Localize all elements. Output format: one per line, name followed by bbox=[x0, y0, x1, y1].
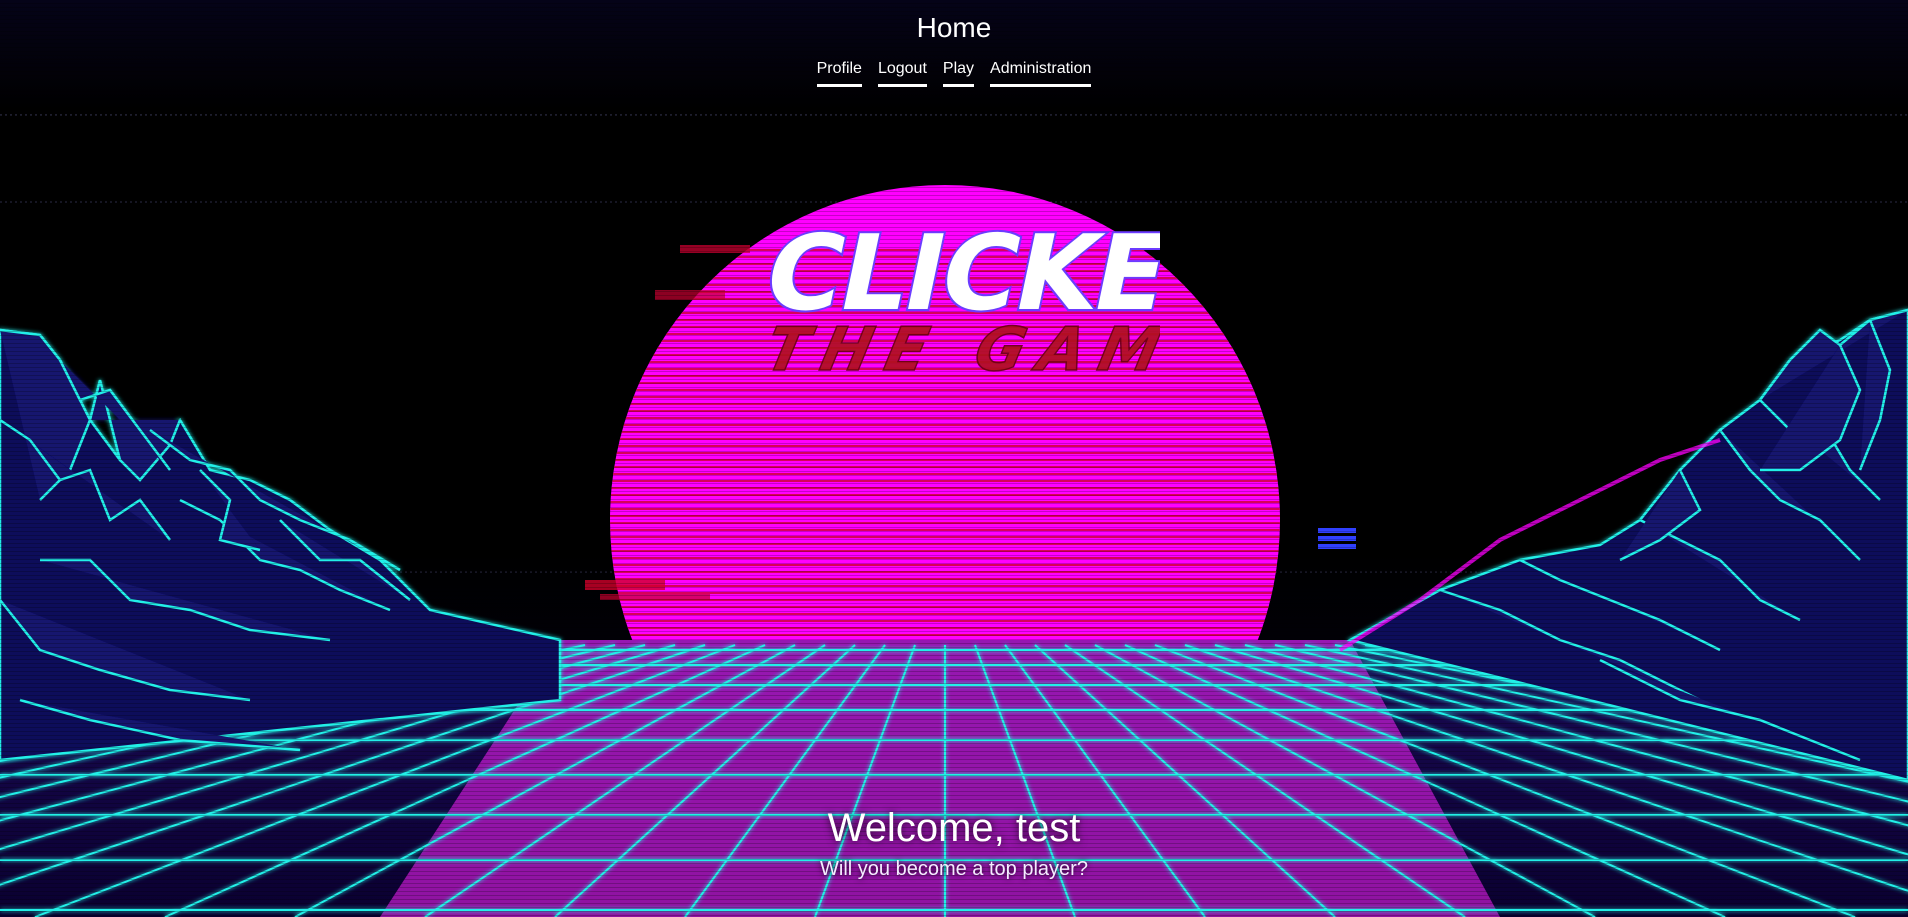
welcome-subtitle: Will you become a top player? bbox=[820, 858, 1088, 880]
nav-logout-link[interactable]: Logout bbox=[877, 60, 927, 87]
page-title: Home bbox=[916, 12, 992, 43]
synthwave-background bbox=[0, 114, 1908, 917]
top-header: Home Profile Logout Play Administration bbox=[0, 0, 1908, 87]
clicker-logo: CLICKER THE GAME bbox=[753, 210, 1160, 385]
logo-subtitle: THE GAME bbox=[760, 316, 1160, 385]
nav-administration-link[interactable]: Administration bbox=[990, 60, 1092, 87]
nav-play-link[interactable]: Play bbox=[942, 60, 975, 87]
nav-profile-link[interactable]: Profile bbox=[816, 60, 862, 87]
welcome-heading: Welcome, test bbox=[827, 806, 1081, 850]
main-nav: Profile Logout Play Administration bbox=[0, 60, 1908, 87]
left-mountains bbox=[0, 328, 562, 762]
welcome-section: Welcome, test Will you become a top play… bbox=[0, 804, 1908, 881]
page: CLICKER THE GAME Home Profile Logout Pla… bbox=[0, 0, 1908, 917]
